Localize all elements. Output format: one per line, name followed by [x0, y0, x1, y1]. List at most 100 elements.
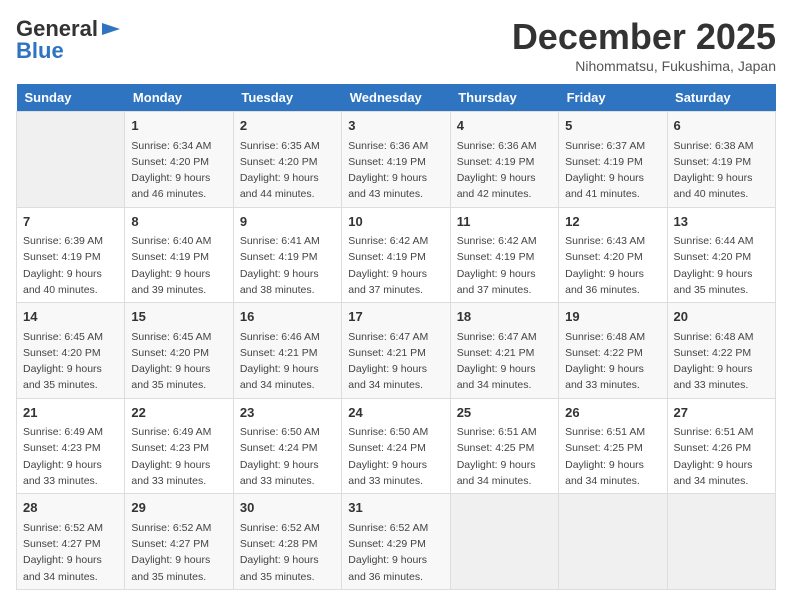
day-info: Sunrise: 6:38 AMSunset: 4:19 PMDaylight:…	[674, 138, 769, 203]
day-info: Sunrise: 6:48 AMSunset: 4:22 PMDaylight:…	[565, 329, 660, 394]
calendar-cell: 5Sunrise: 6:37 AMSunset: 4:19 PMDaylight…	[559, 112, 667, 208]
day-info: Sunrise: 6:45 AMSunset: 4:20 PMDaylight:…	[131, 329, 226, 394]
calendar-cell: 29Sunrise: 6:52 AMSunset: 4:27 PMDayligh…	[125, 494, 233, 590]
day-number: 15	[131, 307, 226, 327]
calendar-cell: 4Sunrise: 6:36 AMSunset: 4:19 PMDaylight…	[450, 112, 558, 208]
calendar-cell: 22Sunrise: 6:49 AMSunset: 4:23 PMDayligh…	[125, 398, 233, 494]
day-number: 22	[131, 403, 226, 423]
month-title: December 2025	[512, 16, 776, 58]
day-info: Sunrise: 6:52 AMSunset: 4:28 PMDaylight:…	[240, 520, 335, 585]
column-header-friday: Friday	[559, 84, 667, 112]
day-number: 17	[348, 307, 443, 327]
day-info: Sunrise: 6:49 AMSunset: 4:23 PMDaylight:…	[131, 424, 226, 489]
day-info: Sunrise: 6:36 AMSunset: 4:19 PMDaylight:…	[348, 138, 443, 203]
calendar-cell: 1Sunrise: 6:34 AMSunset: 4:20 PMDaylight…	[125, 112, 233, 208]
day-number: 28	[23, 498, 118, 518]
day-info: Sunrise: 6:41 AMSunset: 4:19 PMDaylight:…	[240, 233, 335, 298]
day-number: 16	[240, 307, 335, 327]
calendar-cell: 8Sunrise: 6:40 AMSunset: 4:19 PMDaylight…	[125, 207, 233, 303]
calendar-body: 1Sunrise: 6:34 AMSunset: 4:20 PMDaylight…	[17, 112, 776, 590]
calendar-week-row: 1Sunrise: 6:34 AMSunset: 4:20 PMDaylight…	[17, 112, 776, 208]
day-number: 5	[565, 116, 660, 136]
calendar-cell: 12Sunrise: 6:43 AMSunset: 4:20 PMDayligh…	[559, 207, 667, 303]
calendar-cell: 7Sunrise: 6:39 AMSunset: 4:19 PMDaylight…	[17, 207, 125, 303]
calendar-cell: 6Sunrise: 6:38 AMSunset: 4:19 PMDaylight…	[667, 112, 775, 208]
day-info: Sunrise: 6:51 AMSunset: 4:25 PMDaylight:…	[457, 424, 552, 489]
day-info: Sunrise: 6:52 AMSunset: 4:29 PMDaylight:…	[348, 520, 443, 585]
calendar-table: SundayMondayTuesdayWednesdayThursdayFrid…	[16, 84, 776, 590]
day-info: Sunrise: 6:51 AMSunset: 4:25 PMDaylight:…	[565, 424, 660, 489]
calendar-cell: 26Sunrise: 6:51 AMSunset: 4:25 PMDayligh…	[559, 398, 667, 494]
day-info: Sunrise: 6:42 AMSunset: 4:19 PMDaylight:…	[457, 233, 552, 298]
day-info: Sunrise: 6:47 AMSunset: 4:21 PMDaylight:…	[348, 329, 443, 394]
day-info: Sunrise: 6:47 AMSunset: 4:21 PMDaylight:…	[457, 329, 552, 394]
column-header-monday: Monday	[125, 84, 233, 112]
header: General Blue December 2025 Nihommatsu, F…	[16, 16, 776, 74]
day-number: 8	[131, 212, 226, 232]
day-info: Sunrise: 6:44 AMSunset: 4:20 PMDaylight:…	[674, 233, 769, 298]
day-number: 11	[457, 212, 552, 232]
day-info: Sunrise: 6:49 AMSunset: 4:23 PMDaylight:…	[23, 424, 118, 489]
calendar-cell: 10Sunrise: 6:42 AMSunset: 4:19 PMDayligh…	[342, 207, 450, 303]
day-number: 14	[23, 307, 118, 327]
column-header-thursday: Thursday	[450, 84, 558, 112]
calendar-cell: 13Sunrise: 6:44 AMSunset: 4:20 PMDayligh…	[667, 207, 775, 303]
day-number: 9	[240, 212, 335, 232]
day-info: Sunrise: 6:39 AMSunset: 4:19 PMDaylight:…	[23, 233, 118, 298]
calendar-cell: 18Sunrise: 6:47 AMSunset: 4:21 PMDayligh…	[450, 303, 558, 399]
calendar-cell: 21Sunrise: 6:49 AMSunset: 4:23 PMDayligh…	[17, 398, 125, 494]
calendar-cell: 20Sunrise: 6:48 AMSunset: 4:22 PMDayligh…	[667, 303, 775, 399]
calendar-cell	[17, 112, 125, 208]
calendar-week-row: 21Sunrise: 6:49 AMSunset: 4:23 PMDayligh…	[17, 398, 776, 494]
calendar-cell: 11Sunrise: 6:42 AMSunset: 4:19 PMDayligh…	[450, 207, 558, 303]
calendar-week-row: 14 Sunrise: 6:45 AMSunset: 4:20 PMDayligh…	[17, 303, 776, 399]
day-number: 20	[674, 307, 769, 327]
day-info: Sunrise: 6:42 AMSunset: 4:19 PMDaylight:…	[348, 233, 443, 298]
day-number: 7	[23, 212, 118, 232]
column-header-tuesday: Tuesday	[233, 84, 341, 112]
day-info: Sunrise: 6:51 AMSunset: 4:26 PMDaylight:…	[674, 424, 769, 489]
calendar-week-row: 7Sunrise: 6:39 AMSunset: 4:19 PMDaylight…	[17, 207, 776, 303]
calendar-cell: 27Sunrise: 6:51 AMSunset: 4:26 PMDayligh…	[667, 398, 775, 494]
day-info: Sunrise: 6:50 AMSunset: 4:24 PMDaylight:…	[348, 424, 443, 489]
title-block: December 2025 Nihommatsu, Fukushima, Jap…	[512, 16, 776, 74]
calendar-header-row: SundayMondayTuesdayWednesdayThursdayFrid…	[17, 84, 776, 112]
calendar-cell: 31Sunrise: 6:52 AMSunset: 4:29 PMDayligh…	[342, 494, 450, 590]
calendar-cell: 3Sunrise: 6:36 AMSunset: 4:19 PMDaylight…	[342, 112, 450, 208]
calendar-cell: 25Sunrise: 6:51 AMSunset: 4:25 PMDayligh…	[450, 398, 558, 494]
logo-blue: Blue	[16, 38, 64, 64]
location: Nihommatsu, Fukushima, Japan	[512, 58, 776, 74]
day-number: 30	[240, 498, 335, 518]
day-info: Sunrise: 6:50 AMSunset: 4:24 PMDaylight:…	[240, 424, 335, 489]
calendar-cell	[559, 494, 667, 590]
calendar-cell: 24Sunrise: 6:50 AMSunset: 4:24 PMDayligh…	[342, 398, 450, 494]
day-number: 13	[674, 212, 769, 232]
calendar-cell: 30Sunrise: 6:52 AMSunset: 4:28 PMDayligh…	[233, 494, 341, 590]
logo: General Blue	[16, 16, 122, 64]
day-info: Sunrise: 6:46 AMSunset: 4:21 PMDaylight:…	[240, 329, 335, 394]
day-number: 19	[565, 307, 660, 327]
day-number: 25	[457, 403, 552, 423]
day-number: 26	[565, 403, 660, 423]
day-number: 3	[348, 116, 443, 136]
day-info: Sunrise: 6:35 AMSunset: 4:20 PMDaylight:…	[240, 138, 335, 203]
day-number: 29	[131, 498, 226, 518]
calendar-cell: 16Sunrise: 6:46 AMSunset: 4:21 PMDayligh…	[233, 303, 341, 399]
day-info: Sunrise: 6:37 AMSunset: 4:19 PMDaylight:…	[565, 138, 660, 203]
calendar-cell: 15Sunrise: 6:45 AMSunset: 4:20 PMDayligh…	[125, 303, 233, 399]
calendar-cell: 19Sunrise: 6:48 AMSunset: 4:22 PMDayligh…	[559, 303, 667, 399]
day-info: Sunrise: 6:52 AMSunset: 4:27 PMDaylight:…	[23, 520, 118, 585]
calendar-week-row: 28Sunrise: 6:52 AMSunset: 4:27 PMDayligh…	[17, 494, 776, 590]
calendar-cell: 2Sunrise: 6:35 AMSunset: 4:20 PMDaylight…	[233, 112, 341, 208]
day-info: Sunrise: 6:36 AMSunset: 4:19 PMDaylight:…	[457, 138, 552, 203]
column-header-sunday: Sunday	[17, 84, 125, 112]
day-info: Sunrise: 6:48 AMSunset: 4:22 PMDaylight:…	[674, 329, 769, 394]
day-number: 1	[131, 116, 226, 136]
day-info: Sunrise: 6:43 AMSunset: 4:20 PMDaylight:…	[565, 233, 660, 298]
day-number: 27	[674, 403, 769, 423]
day-info: Sunrise: 6:52 AMSunset: 4:27 PMDaylight:…	[131, 520, 226, 585]
day-number: 31	[348, 498, 443, 518]
logo-arrow-icon	[100, 19, 122, 39]
column-header-saturday: Saturday	[667, 84, 775, 112]
calendar-cell	[667, 494, 775, 590]
